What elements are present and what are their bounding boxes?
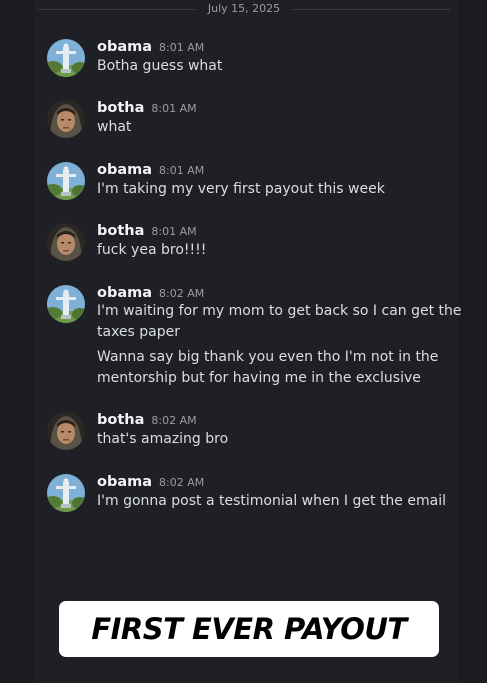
message-header: obama 8:02 AM bbox=[97, 471, 204, 490]
message-obama: obama 8:02 AM I'm waiting for my mom to g… bbox=[47, 282, 462, 395]
message-text: Botha guess what bbox=[97, 58, 223, 74]
hooded-person-avatar-icon[interactable] bbox=[47, 223, 85, 261]
message-text: that's amazing bro bbox=[97, 431, 229, 447]
message-text: I'm taking my very first payout this wee… bbox=[97, 181, 385, 197]
caption-banner-text: FIRST EVER PAYOUT bbox=[91, 612, 407, 646]
username[interactable]: obama bbox=[97, 162, 152, 178]
message-header: botha 8:01 AM bbox=[97, 97, 197, 116]
message-text: taxes paper bbox=[97, 324, 181, 340]
statue-avatar-icon[interactable] bbox=[47, 162, 85, 200]
message-botha: botha 8:01 AM fuck yea bro!!!! bbox=[47, 223, 447, 263]
username[interactable]: botha bbox=[97, 412, 144, 428]
message-header: botha 8:01 AM bbox=[97, 220, 197, 239]
message-text: I'm gonna post a testimonial when I get … bbox=[97, 493, 446, 509]
message-header: obama 8:02 AM bbox=[97, 282, 204, 301]
statue-avatar-icon[interactable] bbox=[47, 39, 85, 77]
message-header: obama 8:01 AM bbox=[97, 159, 204, 178]
message-header: botha 8:02 AM bbox=[97, 409, 197, 428]
message-text: fuck yea bro!!!! bbox=[97, 242, 207, 258]
hooded-person-avatar-icon[interactable] bbox=[47, 100, 85, 138]
message-obama: obama 8:01 AM Botha guess what bbox=[47, 39, 447, 79]
timestamp: 8:02 AM bbox=[159, 287, 205, 300]
message-header: obama 8:01 AM bbox=[97, 36, 204, 55]
timestamp: 8:01 AM bbox=[151, 102, 197, 115]
timestamp: 8:01 AM bbox=[151, 225, 197, 238]
divider-line-right bbox=[292, 9, 450, 10]
username[interactable]: obama bbox=[97, 474, 152, 490]
message-botha: botha 8:01 AM what bbox=[47, 100, 447, 140]
message-obama: obama 8:02 AM I'm gonna post a testimonia… bbox=[47, 474, 447, 514]
message-botha: botha 8:02 AM that's amazing bro bbox=[47, 412, 447, 452]
message-text: Wanna say big thank you even tho I'm not… bbox=[97, 349, 439, 365]
statue-avatar-icon[interactable] bbox=[47, 474, 85, 512]
timestamp: 8:02 AM bbox=[151, 414, 197, 427]
hooded-person-avatar-icon[interactable] bbox=[47, 412, 85, 450]
username[interactable]: obama bbox=[97, 285, 152, 301]
timestamp: 8:02 AM bbox=[159, 476, 205, 489]
caption-banner: FIRST EVER PAYOUT bbox=[59, 601, 439, 657]
username[interactable]: botha bbox=[97, 223, 144, 239]
message-text: what bbox=[97, 119, 132, 135]
timestamp: 8:01 AM bbox=[159, 164, 205, 177]
message-text: mentorship but for having me in the excl… bbox=[97, 370, 421, 386]
date-divider: July 15, 2025 bbox=[38, 1, 450, 17]
username[interactable]: botha bbox=[97, 100, 144, 116]
message-obama: obama 8:01 AM I'm taking my very first pa… bbox=[47, 162, 447, 202]
message-text: I'm waiting for my mom to get back so I … bbox=[97, 303, 462, 319]
timestamp: 8:01 AM bbox=[159, 41, 205, 54]
username[interactable]: obama bbox=[97, 39, 152, 55]
statue-avatar-icon[interactable] bbox=[47, 285, 85, 323]
